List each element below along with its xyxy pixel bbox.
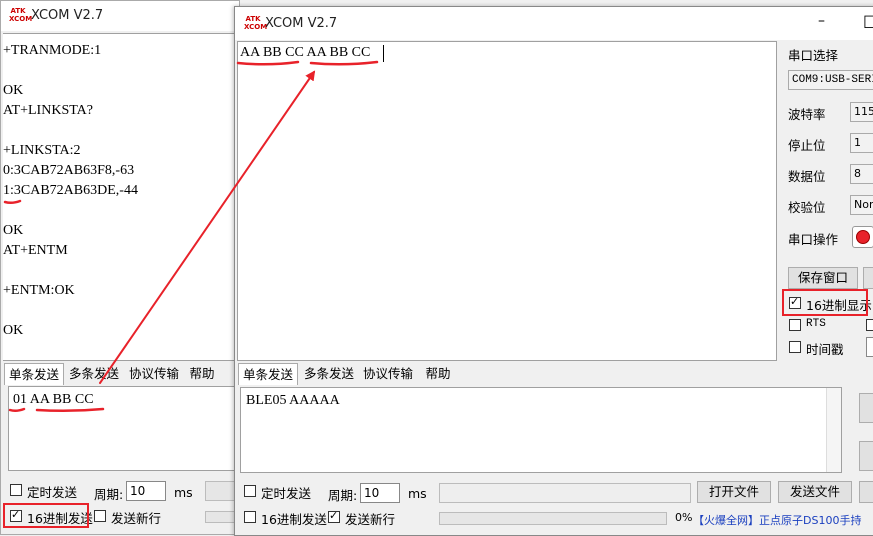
stop-bits-label: 停止位 [788,138,826,153]
port-op-label: 串口操作 [788,232,839,247]
stop-bits-select[interactable]: 1 [850,133,873,153]
front-title-bar[interactable]: ATKXCOM XCOM V2.7 – □ [235,7,873,40]
port-toggle-icon[interactable] [852,226,873,248]
back-window-title: XCOM V2.7 [31,8,104,23]
front-receive-text: AA BB CC AA BB CC [240,45,371,60]
tab-multi-send[interactable]: 多条发送 [64,363,124,384]
parity-select[interactable]: Non [850,195,873,215]
front-xcom-window: ATKXCOM XCOM V2.7 – □ AA BB CC AA BB CC … [234,6,873,536]
front-send-newline-checkbox[interactable] [328,509,340,523]
front-timed-send-checkbox[interactable] [244,485,256,497]
text-cursor [383,45,384,62]
back-receive-line: +LINKSTA:2 [3,143,81,158]
send-progress-bar [439,512,667,525]
back-receive-line: +ENTM:OK [3,283,75,298]
back-ms-label: ms [174,485,193,500]
front-send-input[interactable]: BLE05 AAAAA [240,387,842,473]
front-hex-send-label: 16进制发送 [261,512,327,527]
front-period-input[interactable]: 10 [360,483,400,503]
back-send-newline-checkbox[interactable] [94,510,106,522]
tab-single-send[interactable]: 单条发送 [4,363,64,385]
rts-label: RTS [806,318,826,330]
back-receive-line: AT+ENTM [3,243,68,258]
back-title-bar[interactable]: ATK XCOM XCOM V2.7 [1,1,239,31]
front-timed-send-label: 定时发送 [261,486,312,501]
front-window-title: XCOM V2.7 [265,16,338,31]
tab-protocol[interactable]: 协议传输 [126,363,182,384]
send-button[interactable] [859,393,873,423]
baud-select[interactable]: 115 [850,102,873,122]
atk-logo-icon: ATK XCOM [244,15,268,31]
back-period-input[interactable]: 10 [126,481,166,501]
back-xcom-window: ATK XCOM XCOM V2.7 +TRANMODE:1 OK AT+LINKST… [0,0,240,535]
back-receive-line: OK [3,323,24,338]
progress-percent: 0% [675,511,693,524]
back-receive-line: +TRANMODE:1 [3,43,102,58]
back-timed-send-label: 定时发送 [27,485,78,500]
front-send-newline-label: 发送新行 [345,512,396,527]
tab-single-send[interactable]: 单条发送 [238,363,298,385]
front-send-text: BLE05 AAAAA [246,393,340,408]
footer-ad-link[interactable]: 【火爆全网】正点原子DS100手持 [693,512,861,528]
back-send-newline-label: 发送新行 [111,511,162,526]
clear-receive-button[interactable] [863,267,873,289]
front-tab-bar: 单条发送 多条发送 协议传输 帮助 [238,363,738,385]
back-receive-area[interactable]: +TRANMODE:1 OK AT+LINKSTA? +LINKSTA:2 0:3CAB… [3,33,239,361]
stop-send-button[interactable] [859,481,873,503]
timestamp-interval-input[interactable] [866,337,873,357]
baud-label: 波特率 [788,107,826,122]
back-hex-send-highlight [3,503,89,528]
open-file-button[interactable]: 打开文件 [697,481,771,503]
front-period-label: 周期: [328,488,358,503]
back-receive-line: 1:3CAB72AB63DE,-44 [3,183,138,198]
data-bits-label: 数据位 [788,169,826,184]
minimize-icon[interactable]: – [818,13,825,29]
port-select[interactable]: COM9:USB-SERIAL [788,70,873,90]
back-receive-line: 0:3CAB72AB63F8,-63 [3,163,135,178]
maximize-icon[interactable]: □ [863,11,873,30]
tab-help[interactable]: 帮助 [184,363,220,384]
data-bits-select[interactable]: 8 [850,164,873,184]
back-period-label: 周期: [94,487,124,502]
hex-display-highlight [782,289,868,316]
timestamp-checkbox[interactable] [789,341,801,353]
rts-checkbox[interactable] [789,319,801,331]
tab-protocol[interactable]: 协议传输 [360,363,416,384]
back-receive-line: OK [3,223,24,238]
send-status-bar [439,483,691,503]
tab-help[interactable]: 帮助 [420,363,456,384]
atk-logo-icon: ATK XCOM [9,7,33,23]
front-hex-send-checkbox[interactable] [244,511,256,523]
back-timed-send-checkbox[interactable] [10,484,22,496]
back-tab-bar: 单条发送 多条发送 协议传输 帮助 [4,363,239,385]
timestamp-label: 时间戳 [806,342,844,357]
clear-send-button[interactable] [859,441,873,471]
send-scrollbar[interactable] [826,388,841,472]
tab-multi-send[interactable]: 多条发送 [300,363,358,384]
back-receive-line: OK [3,83,24,98]
back-send-text: 01 AA BB CC [13,392,94,407]
dtr-checkbox[interactable] [866,319,873,331]
port-select-label: 串口选择 [788,48,839,63]
front-receive-area[interactable]: AA BB CC AA BB CC [237,41,777,361]
back-receive-line: AT+LINKSTA? [3,103,93,118]
back-send-input[interactable]: 01 AA BB CC [8,386,238,471]
save-window-button[interactable]: 保存窗口 [788,267,858,289]
parity-label: 校验位 [788,200,826,215]
send-file-button[interactable]: 发送文件 [778,481,852,503]
front-ms-label: ms [408,486,427,501]
